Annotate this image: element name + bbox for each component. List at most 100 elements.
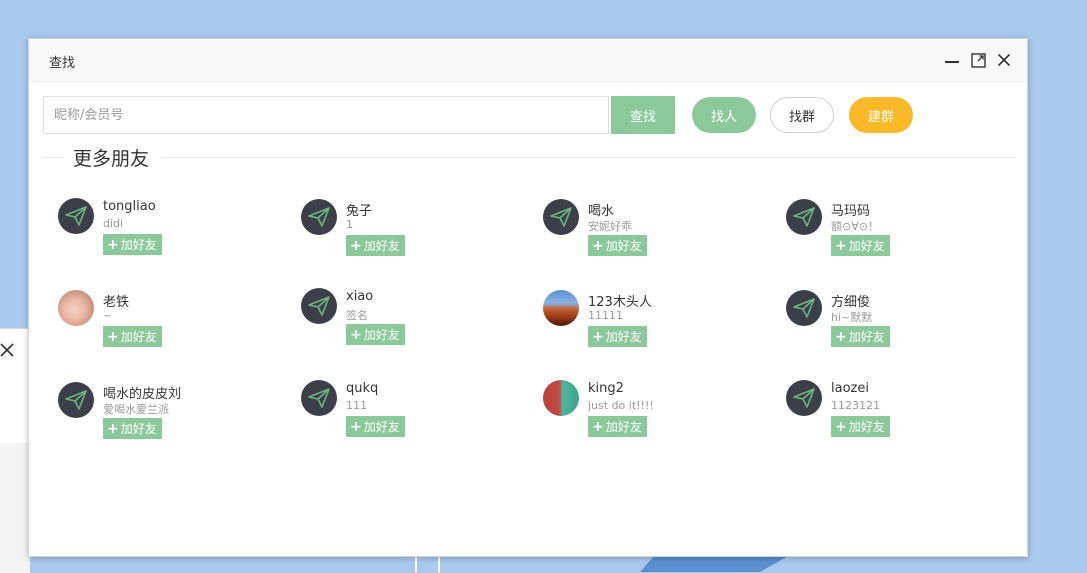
friend-signature: 爱喝水爱兰派 — [103, 403, 169, 416]
add-friend-button[interactable]: + 加好友 — [346, 416, 405, 437]
plus-icon: + — [107, 236, 119, 253]
avatar[interactable] — [786, 380, 822, 416]
section-title: 更多朋友 — [73, 148, 150, 170]
friend-name[interactable]: qukq — [346, 381, 378, 396]
find-dialog: 查找 查找 找人 找群 建群 更多朋友 tongliao didi +加好友 — [28, 38, 1028, 557]
paper-plane-icon — [793, 298, 815, 318]
avatar[interactable] — [58, 290, 94, 326]
section-header: 更多朋友 — [43, 144, 1015, 174]
maximize-icon[interactable] — [969, 51, 987, 69]
friend-name[interactable]: xiao — [346, 289, 373, 304]
add-friend-label: 加好友 — [363, 420, 400, 434]
find-groups-button[interactable]: 找群 — [770, 97, 834, 133]
friend-card: 喝水 安妮好乖 + 加好友 — [543, 199, 786, 291]
friend-card: xiao 签名 + 加好友 — [301, 288, 543, 380]
add-friend-button[interactable]: + 加好友 — [588, 235, 647, 256]
add-friend-button[interactable]: + 加好友 — [588, 326, 647, 347]
add-friend-label: 加好友 — [848, 330, 885, 344]
add-friend-button[interactable]: + 加好友 — [346, 235, 405, 256]
search-button[interactable]: 查找 — [611, 96, 675, 134]
friend-name[interactable]: 方细俊 — [831, 291, 870, 310]
avatar[interactable] — [543, 290, 579, 326]
background-window-footer — [0, 443, 30, 572]
friend-name[interactable]: laozei — [831, 381, 869, 396]
add-friend-label: 加好友 — [605, 239, 642, 253]
friend-signature: 111 — [346, 399, 367, 412]
friend-name[interactable]: 马玛码 — [831, 200, 870, 219]
friend-name[interactable]: tongliao — [103, 199, 156, 214]
add-friend-label: 加好友 — [605, 330, 642, 344]
friend-name[interactable]: 喝水的皮皮刘 — [103, 383, 181, 402]
search-input[interactable] — [43, 96, 609, 134]
background-close-icon[interactable] — [0, 343, 14, 360]
friend-name[interactable]: king2 — [588, 381, 624, 396]
paper-plane-icon — [65, 206, 87, 226]
friend-card: tongliao didi + 加好友 — [58, 198, 301, 290]
dialog-titlebar[interactable]: 查找 — [29, 39, 1027, 82]
add-friend-label: 加好友 — [848, 420, 885, 434]
friend-signature: 安妮好乖 — [588, 220, 632, 233]
avatar[interactable] — [543, 199, 579, 235]
add-friend-button[interactable]: + 加好友 — [103, 234, 162, 255]
plus-icon: + — [350, 418, 362, 435]
plus-icon: + — [835, 328, 847, 345]
add-friend-button[interactable]: + 加好友 — [831, 416, 890, 437]
background-shape — [640, 555, 790, 572]
plus-icon: + — [350, 326, 362, 343]
paper-plane-icon — [308, 207, 330, 227]
close-icon[interactable] — [995, 51, 1013, 69]
plus-icon: + — [592, 418, 604, 435]
divider — [43, 157, 64, 158]
add-friend-button[interactable]: + 加好友 — [103, 418, 162, 439]
add-friend-label: 加好友 — [363, 239, 400, 253]
create-group-button[interactable]: 建群 — [849, 97, 913, 133]
friend-signature: 1123121 — [831, 399, 880, 412]
friend-card: king2 just do it!!!! + 加好友 — [543, 380, 786, 472]
add-friend-label: 加好友 — [605, 420, 642, 434]
minimize-icon[interactable] — [943, 51, 961, 69]
friend-name[interactable]: 喝水 — [588, 200, 614, 219]
plus-icon: + — [835, 418, 847, 435]
add-friend-button[interactable]: + 加好友 — [103, 326, 162, 347]
plus-icon: + — [835, 237, 847, 254]
avatar[interactable] — [786, 290, 822, 326]
friend-name[interactable]: 123木头人 — [588, 291, 652, 310]
avatar[interactable] — [58, 198, 94, 234]
add-friend-label: 加好友 — [120, 422, 157, 436]
add-friend-label: 加好友 — [120, 330, 157, 344]
find-people-button[interactable]: 找人 — [692, 97, 756, 133]
avatar[interactable] — [301, 199, 337, 235]
friend-card: 方细俊 hi~默默 + 加好友 — [786, 290, 1028, 382]
paper-plane-icon — [793, 388, 815, 408]
add-friend-label: 加好友 — [363, 328, 400, 342]
paper-plane-icon — [65, 390, 87, 410]
paper-plane-icon — [308, 296, 330, 316]
avatar[interactable] — [543, 380, 579, 416]
paper-plane-icon — [550, 207, 572, 227]
add-friend-button[interactable]: + 加好友 — [346, 324, 405, 345]
avatar[interactable] — [301, 380, 337, 416]
friend-signature: just do it!!!! — [588, 399, 654, 412]
divider — [162, 157, 1015, 158]
plus-icon: + — [107, 328, 119, 345]
background-line — [438, 556, 440, 572]
plus-icon: + — [107, 420, 119, 437]
add-friend-button[interactable]: + 加好友 — [588, 416, 647, 437]
friend-name[interactable]: 兔子 — [346, 200, 372, 219]
plus-icon: + — [592, 237, 604, 254]
add-friend-button[interactable]: + 加好友 — [831, 235, 890, 256]
avatar[interactable] — [301, 288, 337, 324]
add-friend-label: 加好友 — [848, 239, 885, 253]
paper-plane-icon — [308, 388, 330, 408]
plus-icon: + — [592, 328, 604, 345]
friend-signature: hi~默默 — [831, 311, 873, 324]
friend-name[interactable]: 老铁 — [103, 291, 129, 310]
friend-card: 兔子 1 + 加好友 — [301, 199, 543, 291]
friend-card: laozei 1123121 + 加好友 — [786, 380, 1028, 472]
friend-card: 123木头人 11111 + 加好友 — [543, 290, 786, 382]
add-friend-button[interactable]: + 加好友 — [831, 326, 890, 347]
friend-signature: 1 — [346, 218, 353, 231]
avatar[interactable] — [786, 199, 822, 235]
avatar[interactable] — [58, 382, 94, 418]
dialog-title: 查找 — [49, 56, 76, 71]
